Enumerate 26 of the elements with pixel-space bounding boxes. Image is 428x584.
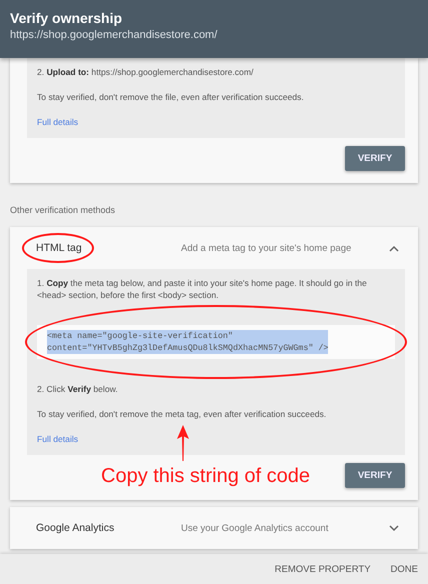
- instruction-text: 1. Copy the meta tag below, and paste it into your site's home page. It should go in the <head> section, before the first <body> section.: [37, 277, 368, 301]
- annotation-text: Copy this string of code: [101, 465, 310, 488]
- method-card[interactable]: Google Analytics Use your Google Analytics account: [10, 507, 418, 549]
- annotation-arrow: [177, 425, 189, 461]
- method-description: Add a meta tag to your site's home page: [181, 242, 352, 254]
- instruction-text: 2. Click Verify below.: [37, 383, 119, 395]
- method-name: Google Analytics: [36, 522, 114, 534]
- method-description: Use your Google Analytics account: [181, 522, 330, 534]
- method-name: HTML tag: [36, 242, 82, 254]
- instruction-text: 2. Upload to: https://shop.googlemerchandisestore.com/: [37, 66, 254, 78]
- full-details-link[interactable]: Full details: [37, 433, 78, 445]
- full-details-link[interactable]: Full details: [37, 116, 78, 128]
- verify-button[interactable]: VERIFY: [345, 146, 405, 171]
- property-url: https://shop.googlemerchandisestore.com/: [10, 29, 218, 41]
- verify-button[interactable]: VERIFY: [345, 463, 405, 488]
- footer-button[interactable]: REMOVE PROPERTY: [268, 560, 377, 578]
- chevron-icon[interactable]: [389, 244, 399, 252]
- code-field[interactable]: <meta name="google-site-verification" content="YHTvB5ghZg3lDefAmusQDu8lkSMQdXhacMN57yGWGms" />: [37, 325, 395, 359]
- note-text: To stay verified, don't remove the file, even after verification succeeds.: [37, 91, 305, 103]
- section-label: Other verification methods: [10, 205, 116, 215]
- method-card[interactable]: [10, 227, 418, 500]
- annotation-ellipse: [22, 233, 94, 263]
- chevron-icon[interactable]: [389, 524, 399, 532]
- note-text: To stay verified, don't remove the meta tag, even after verification succeeds.: [37, 408, 328, 420]
- dialog-title: Verify ownership: [10, 10, 122, 26]
- footer-button[interactable]: DONE: [384, 560, 424, 578]
